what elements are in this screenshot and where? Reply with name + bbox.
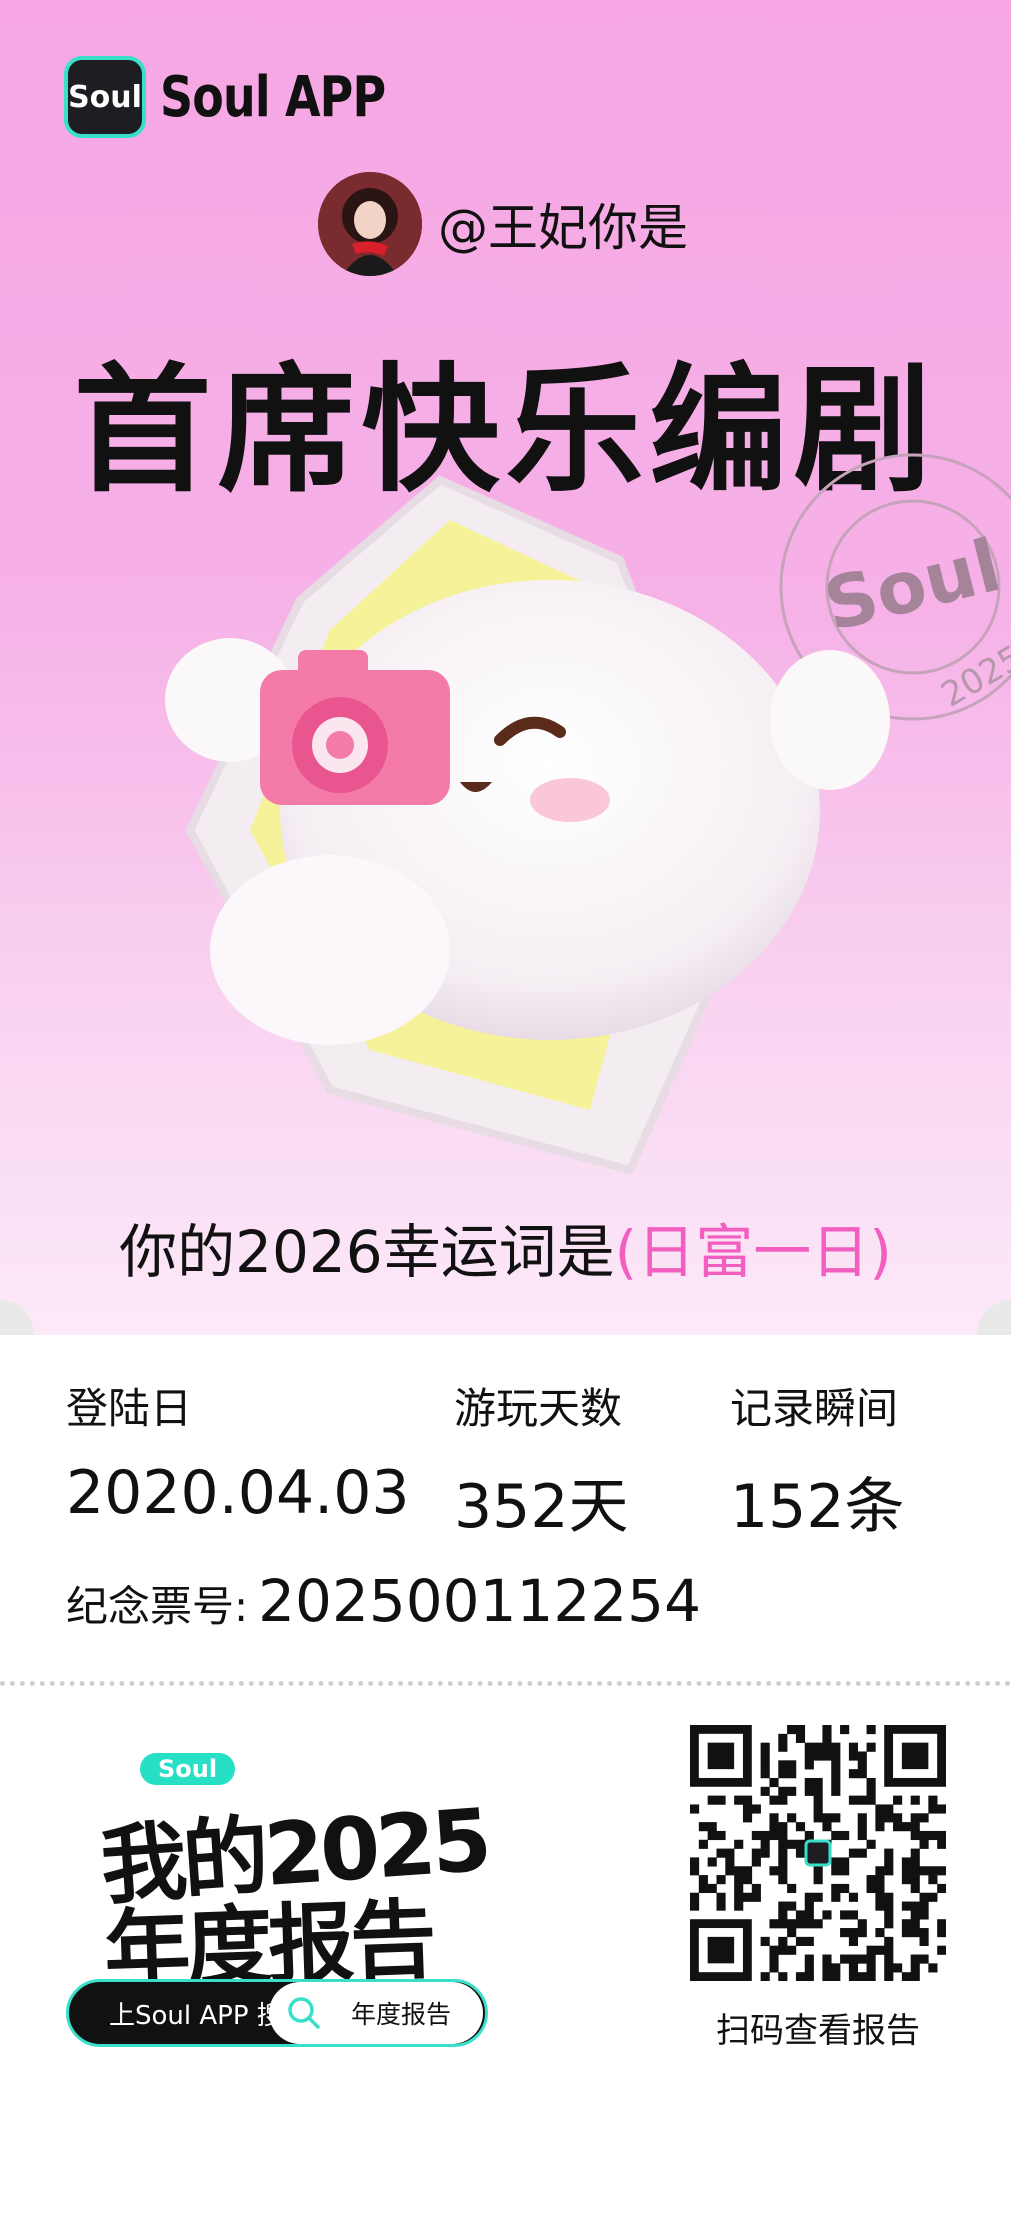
qr-caption: 扫码查看报告 [716, 2011, 920, 2051]
lucky-prefix: 你的2026幸运词是 [119, 1218, 615, 1286]
search-hint-bar[interactable]: 上Soul APP 搜 年度报告 [66, 1979, 488, 2047]
stat-label: 登陆日 [66, 1384, 193, 1433]
stat-label: 记录瞬间 [730, 1384, 899, 1433]
search-hint-field[interactable]: 年度报告 [269, 1982, 483, 2044]
dotted-divider [0, 1681, 1011, 1686]
stat-value: 2020.04.03 [66, 1458, 410, 1528]
ticket-number: 纪念票号: 202500112254 [66, 1567, 701, 1635]
stat-play-days: 游玩天数 352天 [454, 1375, 629, 1545]
avatar[interactable] [318, 172, 422, 276]
ticket-value: 202500112254 [258, 1567, 701, 1635]
lucky-word: 你的2026幸运词是(日富一日) [0, 1205, 1011, 1289]
search-hint-prefix: 上Soul APP 搜 [109, 2000, 283, 2031]
brand: Soul Soul APP [64, 56, 435, 138]
hero-section: Soul Soul APP @王妃你是 首席快乐编剧 Soul 2025 你的2… [0, 0, 1011, 1335]
search-icon [288, 1997, 320, 2029]
brand-name: Soul APP [160, 64, 386, 130]
stat-moments: 记录瞬间 152条 [730, 1375, 905, 1545]
username: @王妃你是 [438, 199, 688, 257]
ticket-label: 纪念票号: [66, 1582, 249, 1631]
lucky-word-value: (日富一日) [614, 1218, 892, 1286]
stat-value: 152条 [730, 1472, 905, 1542]
user-info: @王妃你是 [318, 172, 688, 276]
soul-badge: Soul [140, 1753, 236, 1785]
mascot-illustration [150, 470, 910, 1190]
ticket-stub: 登陆日 2020.04.03 游玩天数 352天 记录瞬间 152条 纪念票号:… [0, 1335, 1011, 2229]
search-hint-text: 年度报告 [351, 2000, 452, 2029]
qr-code[interactable] [690, 1725, 947, 1982]
stat-value: 352天 [454, 1472, 629, 1542]
soul-logo-icon: Soul [64, 56, 146, 138]
stat-label: 游玩天数 [454, 1384, 623, 1433]
stat-login-date: 登陆日 2020.04.03 [66, 1375, 410, 1528]
